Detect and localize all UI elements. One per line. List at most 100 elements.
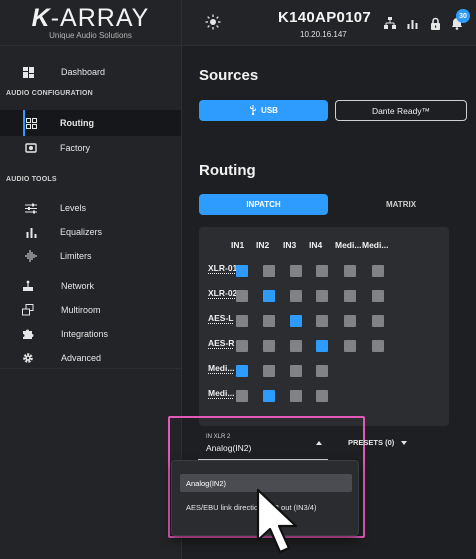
sidebar-item-label: Multiroom [61, 305, 101, 315]
sidebar-item-advanced[interactable]: Advanced [0, 346, 181, 370]
usb-source-button[interactable]: USB [199, 100, 328, 121]
routing-cell[interactable] [263, 265, 275, 277]
sidebar-item-label: Factory [60, 143, 91, 153]
routing-cell-active[interactable] [236, 265, 248, 277]
logo-text: K-ARRAY [31, 3, 150, 32]
routing-title: Routing [199, 162, 256, 179]
presets-label: PRESETS (0) [348, 438, 395, 447]
sidebar-item-limiters[interactable]: Limiters [0, 244, 181, 268]
sidebar-item-integrations[interactable]: Integrations [0, 322, 181, 346]
routing-cell[interactable] [316, 365, 328, 377]
routing-cell[interactable] [316, 290, 328, 302]
top-header: K140AP0107 10.20.16.147 30 [182, 0, 476, 46]
select-label: IN XLR 2 [206, 434, 231, 440]
device-name: K140AP0107 [278, 9, 372, 26]
row-header[interactable]: XLR-02 [208, 288, 237, 298]
routing-cell[interactable] [372, 265, 384, 277]
brand-logo: K-ARRAY Unique Audio Solutions [0, 0, 181, 46]
lock-icon[interactable] [428, 16, 442, 30]
row-header[interactable]: Medi... [208, 388, 234, 398]
dante-source-button[interactable]: Dante Ready™ [335, 100, 467, 121]
puzzle-icon [21, 327, 35, 341]
sidebar-divider [0, 368, 181, 369]
routing-cell[interactable] [290, 365, 302, 377]
section-audio-tools: AUDIO TOOLS [6, 176, 57, 183]
sidebar-item-label: Limiters [60, 251, 92, 261]
routing-cell[interactable] [316, 390, 328, 402]
routing-cell[interactable] [236, 340, 248, 352]
notification-badge: 30 [456, 9, 470, 23]
sidebar-item-equalizers[interactable]: Equalizers [0, 220, 181, 244]
row-header[interactable]: XLR-01 [208, 263, 237, 273]
tab-matrix-label: MATRIX [385, 200, 417, 209]
column-header: Medi... [362, 240, 389, 250]
routing-cell[interactable] [290, 265, 302, 277]
sidebar-item-label: Routing [60, 118, 94, 128]
routing-cell-active[interactable] [316, 340, 328, 352]
sidebar-item-dashboard[interactable]: Dashboard [0, 60, 181, 84]
theme-toggle-sun-icon[interactable] [205, 14, 221, 30]
tab-inpatch[interactable]: INPATCH [199, 194, 328, 215]
device-ip: 10.20.16.147 [300, 30, 347, 39]
routing-cell[interactable] [290, 290, 302, 302]
sidebar-item-factory[interactable]: Factory [0, 136, 181, 160]
caret-up-icon [316, 441, 322, 445]
mouse-cursor-icon [256, 488, 298, 554]
routing-cell[interactable] [236, 290, 248, 302]
row-header[interactable]: Medi... [208, 363, 234, 373]
routing-cell[interactable] [344, 290, 356, 302]
column-header: IN4 [309, 240, 323, 250]
network-topology-icon[interactable] [383, 16, 397, 30]
routing-cell[interactable] [263, 315, 275, 327]
routing-cell[interactable] [316, 265, 328, 277]
routing-cell[interactable] [372, 340, 384, 352]
tab-inpatch-label: INPATCH [246, 200, 281, 209]
routing-icon [24, 116, 38, 130]
sidebar-item-label: Dashboard [61, 67, 106, 77]
signal-bars-icon[interactable] [405, 16, 419, 30]
routing-cell[interactable] [372, 315, 384, 327]
routing-cell[interactable] [236, 390, 248, 402]
sidebar-item-multiroom[interactable]: Multiroom [0, 298, 181, 322]
network-icon [21, 279, 35, 293]
routing-cell-active[interactable] [290, 315, 302, 327]
presets-button[interactable]: PRESETS (0) [348, 438, 408, 447]
select-value: Analog(IN2) [206, 443, 252, 453]
equalizer-icon [24, 225, 38, 239]
routing-cell[interactable] [344, 265, 356, 277]
caret-down-icon [401, 440, 408, 445]
routing-cell[interactable] [236, 315, 248, 327]
sidebar: K-ARRAY Unique Audio Solutions Dashboard… [0, 0, 182, 559]
routing-cell[interactable] [263, 340, 275, 352]
sidebar-item-network[interactable]: Network [0, 274, 181, 298]
routing-cell[interactable] [290, 390, 302, 402]
column-header: Medi... [335, 240, 362, 250]
routing-cell[interactable] [263, 365, 275, 377]
dashboard-icon [21, 65, 35, 79]
routing-cell[interactable] [290, 340, 302, 352]
sidebar-item-levels[interactable]: Levels [0, 196, 181, 220]
usb-icon [249, 104, 257, 117]
sidebar-item-label: Integrations [61, 329, 109, 339]
sidebar-nav: Dashboard AUDIO CONFIGURATION Routing Fa… [0, 46, 181, 370]
sidebar-item-label: Equalizers [60, 227, 103, 237]
tab-matrix[interactable]: MATRIX [335, 194, 467, 215]
sidebar-item-routing[interactable]: Routing [0, 110, 181, 136]
routing-cell[interactable] [344, 315, 356, 327]
column-header: IN3 [283, 240, 297, 250]
routing-cell-active[interactable] [263, 390, 275, 402]
section-audio-configuration: AUDIO CONFIGURATION [6, 90, 93, 97]
routing-grid: IN1 IN2 IN3 IN4 Medi... Medi... XLR-01 XLR-02 AE… [199, 227, 449, 426]
routing-cell-active[interactable] [263, 290, 275, 302]
routing-cell[interactable] [344, 340, 356, 352]
column-header: IN2 [256, 240, 270, 250]
levels-icon [24, 201, 38, 215]
row-header[interactable]: AES-L [208, 313, 234, 323]
input-source-select[interactable]: IN XLR 2 Analog(IN2) [198, 431, 328, 460]
sidebar-item-label: Advanced [61, 353, 102, 363]
row-header[interactable]: AES-R [208, 338, 234, 348]
routing-cell[interactable] [316, 315, 328, 327]
routing-cell[interactable] [372, 290, 384, 302]
routing-cell-active[interactable] [236, 365, 248, 377]
sidebar-item-label: Network [61, 281, 95, 291]
